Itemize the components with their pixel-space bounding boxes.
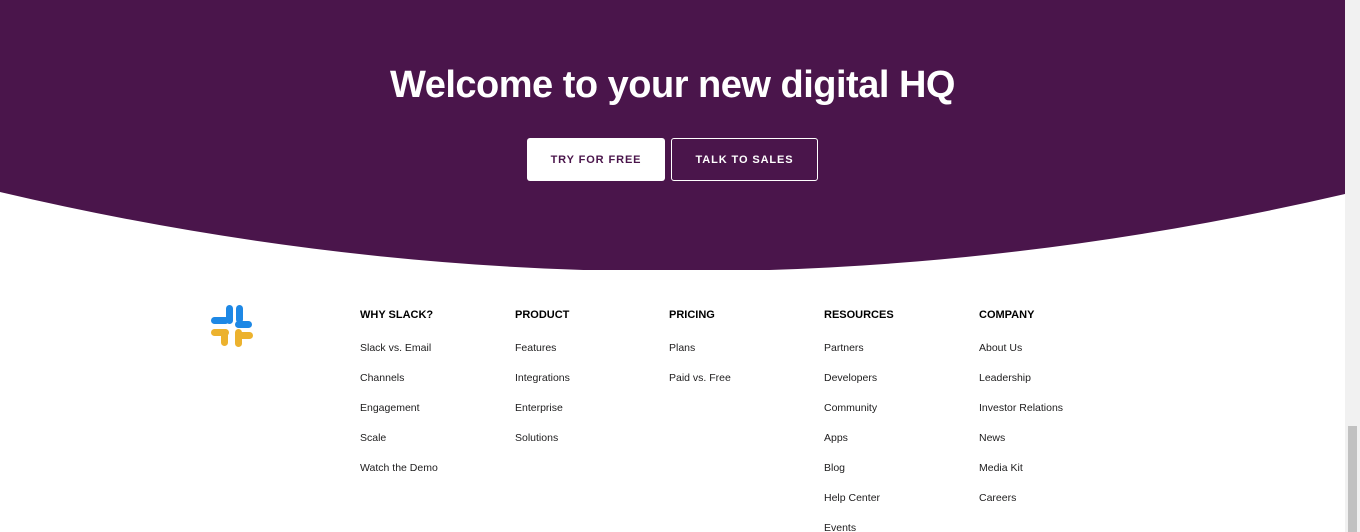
footer-link-enterprise[interactable]: Enterprise	[515, 401, 563, 415]
footer-link-investor-relations[interactable]: Investor Relations	[979, 401, 1063, 415]
footer-heading: WHY SLACK?	[360, 309, 434, 321]
footer-column-resources: RESOURCES Partners Developers Community …	[824, 308, 894, 532]
footer-link-help-center[interactable]: Help Center	[824, 491, 880, 505]
footer-link-channels[interactable]: Channels	[360, 371, 404, 385]
scrollbar-thumb[interactable]	[1348, 426, 1357, 532]
footer-link-plans[interactable]: Plans	[669, 341, 695, 355]
footer-link-scale[interactable]: Scale	[360, 431, 386, 445]
footer-link-watch-the-demo[interactable]: Watch the Demo	[360, 461, 438, 475]
hero-banner: Welcome to your new digital HQ TRY FOR F…	[0, 0, 1345, 270]
footer-link-news[interactable]: News	[979, 431, 1005, 445]
footer-column-company: COMPANY About Us Leadership Investor Rel…	[979, 308, 1063, 518]
footer-link-features[interactable]: Features	[515, 341, 556, 355]
footer-link-engagement[interactable]: Engagement	[360, 401, 420, 415]
hero-background	[0, 0, 1345, 270]
footer-heading: COMPANY	[979, 309, 1035, 321]
footer-link-paid-vs-free[interactable]: Paid vs. Free	[669, 371, 731, 385]
footer-link-media-kit[interactable]: Media Kit	[979, 461, 1023, 475]
footer-link-slack-vs-email[interactable]: Slack vs. Email	[360, 341, 431, 355]
hero-title: Welcome to your new digital HQ	[390, 64, 955, 106]
try-for-free-button[interactable]: TRY FOR FREE	[527, 138, 665, 181]
slack-logo-icon[interactable]	[211, 305, 253, 347]
footer-column-product: PRODUCT Features Integrations Enterprise…	[515, 308, 570, 458]
footer-heading: PRODUCT	[515, 309, 570, 321]
footer-heading: PRICING	[669, 309, 715, 321]
footer-link-solutions[interactable]: Solutions	[515, 431, 558, 445]
footer-link-leadership[interactable]: Leadership	[979, 371, 1031, 385]
talk-to-sales-button[interactable]: TALK TO SALES	[671, 138, 818, 181]
footer-link-careers[interactable]: Careers	[979, 491, 1016, 505]
footer-link-about-us[interactable]: About Us	[979, 341, 1022, 355]
footer-column-pricing: PRICING Plans Paid vs. Free	[669, 308, 731, 398]
footer-heading: RESOURCES	[824, 309, 894, 321]
footer-column-why-slack: WHY SLACK? Slack vs. Email Channels Enga…	[360, 308, 438, 488]
footer-link-events[interactable]: Events	[824, 521, 856, 532]
footer-link-blog[interactable]: Blog	[824, 461, 845, 475]
footer-link-apps[interactable]: Apps	[824, 431, 848, 445]
footer-link-integrations[interactable]: Integrations	[515, 371, 570, 385]
footer-link-developers[interactable]: Developers	[824, 371, 877, 385]
footer-link-community[interactable]: Community	[824, 401, 877, 415]
footer-link-partners[interactable]: Partners	[824, 341, 864, 355]
